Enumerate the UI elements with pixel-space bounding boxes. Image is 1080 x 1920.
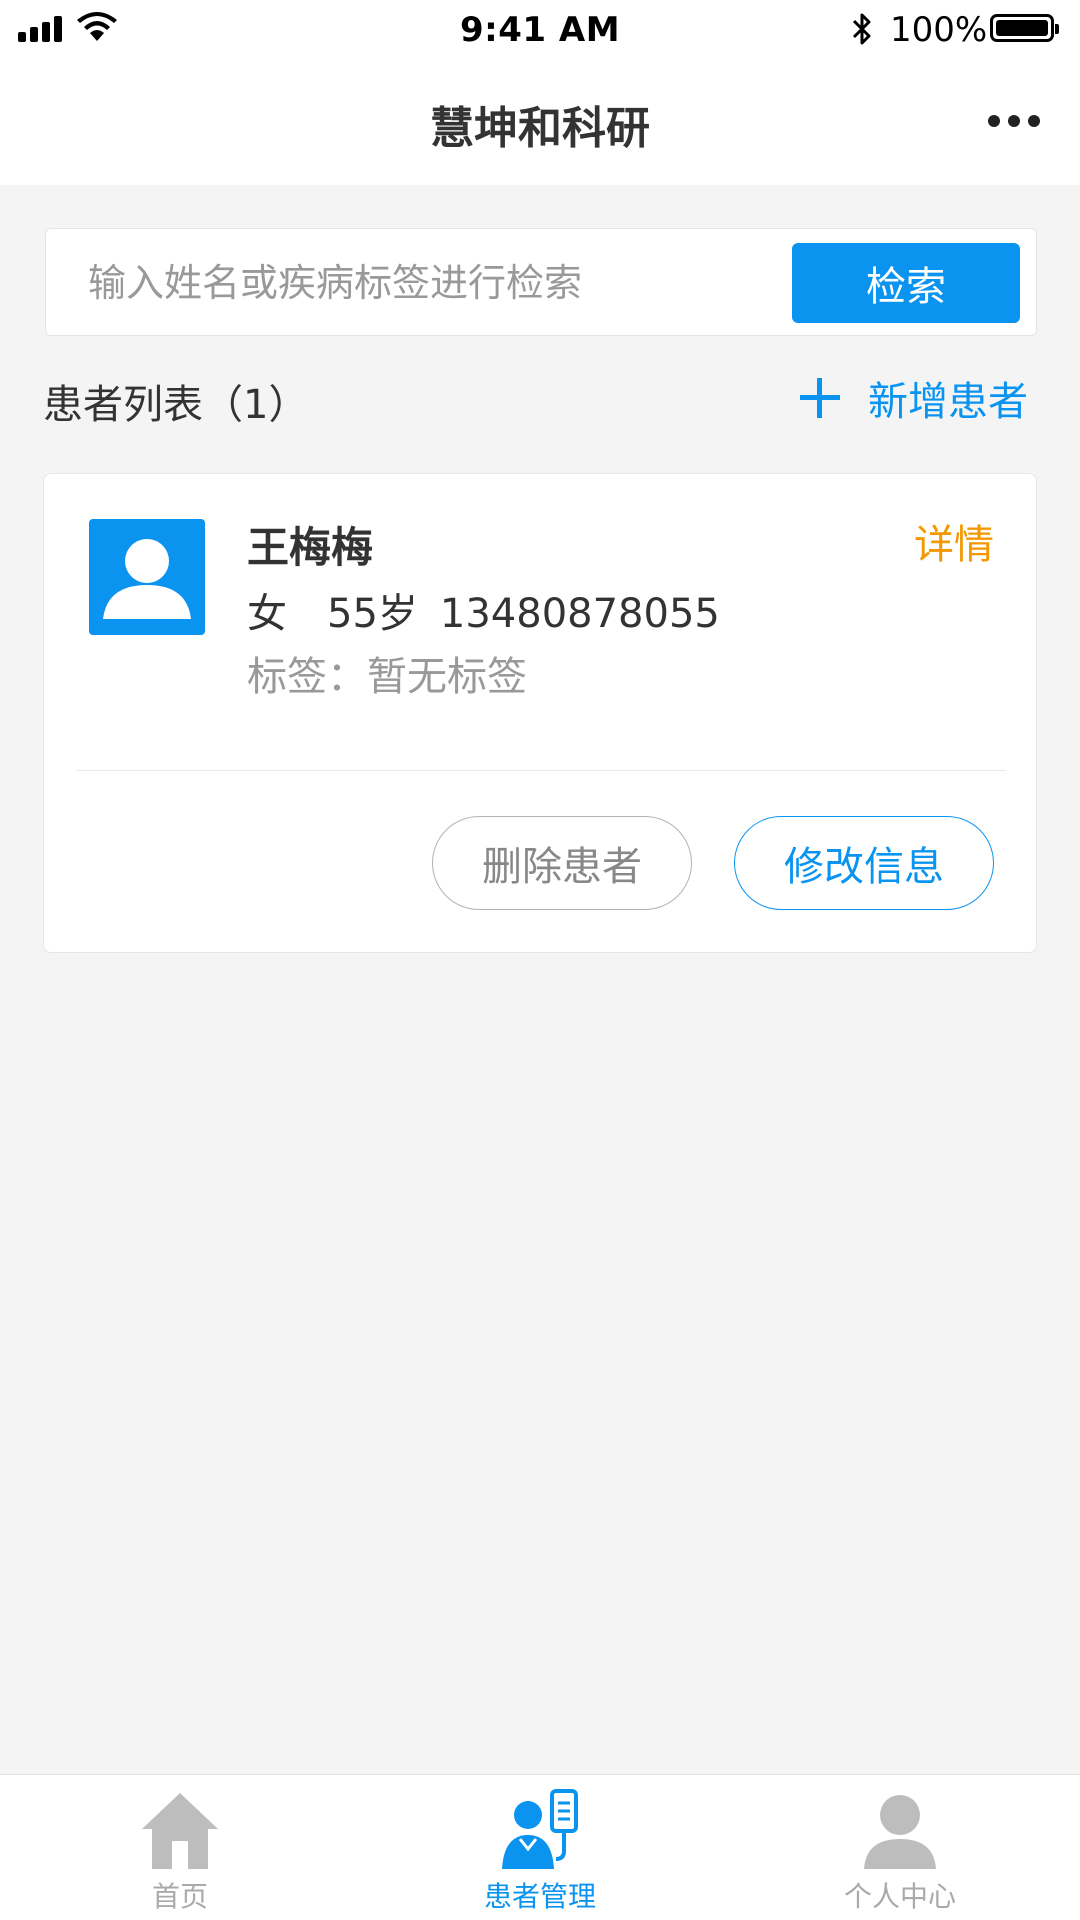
- search-input[interactable]: [86, 249, 790, 317]
- detail-link[interactable]: 详情: [914, 512, 994, 570]
- tab-personal-center[interactable]: 个人中心: [720, 1775, 1080, 1920]
- patient-age: 55岁: [327, 591, 418, 637]
- battery-fill: [996, 20, 1048, 36]
- tab-personal-center-label: 个人中心: [843, 1880, 956, 1913]
- screen: 9:41 AM 100% 慧坤和科研 检索 患者列表（1） 新增患者: [0, 0, 1080, 1920]
- patient-tags: 标签：暂无标签: [247, 654, 527, 700]
- patient-gender: 女: [247, 591, 287, 637]
- patient-card: 王梅梅 详情 女 55岁 13480878055 标签：暂无标签 删除患者 修改信息: [43, 473, 1037, 953]
- plus-icon: [800, 378, 840, 418]
- tab-patient-management-label: 患者管理: [483, 1880, 596, 1913]
- add-patient-button[interactable]: 新增患者: [800, 370, 1028, 426]
- add-patient-label: 新增患者: [868, 379, 1028, 425]
- tab-home-label: 首页: [151, 1880, 208, 1913]
- tab-patient-management[interactable]: 患者管理: [360, 1775, 720, 1920]
- edit-info-button[interactable]: 修改信息: [734, 816, 994, 910]
- tab-bar: 首页 患者管理 个人中心: [0, 1774, 1080, 1920]
- page-title: 慧坤和科研: [430, 103, 650, 154]
- patient-management-icon: [502, 1789, 578, 1869]
- patient-name: 王梅梅: [247, 523, 374, 572]
- title-bar: 慧坤和科研: [0, 60, 1080, 185]
- search-button[interactable]: 检索: [792, 243, 1020, 323]
- home-icon: [142, 1793, 218, 1869]
- delete-patient-button[interactable]: 删除患者: [432, 816, 692, 910]
- tab-home[interactable]: 首页: [0, 1775, 360, 1920]
- card-divider: [76, 770, 1006, 771]
- more-dots-icon[interactable]: [988, 115, 1040, 127]
- patient-info: 女 55岁 13480878055: [247, 581, 720, 639]
- bluetooth-icon: [852, 13, 871, 45]
- user-avatar-icon: [89, 519, 205, 635]
- battery-percent: 100%: [890, 10, 988, 50]
- battery-icon: [990, 14, 1059, 42]
- search-bar: 检索: [45, 228, 1037, 336]
- patient-phone: 13480878055: [439, 591, 720, 637]
- patient-list-title: 患者列表（1）: [43, 382, 309, 428]
- status-bar: 9:41 AM 100%: [0, 0, 1080, 60]
- user-icon: [864, 1795, 936, 1869]
